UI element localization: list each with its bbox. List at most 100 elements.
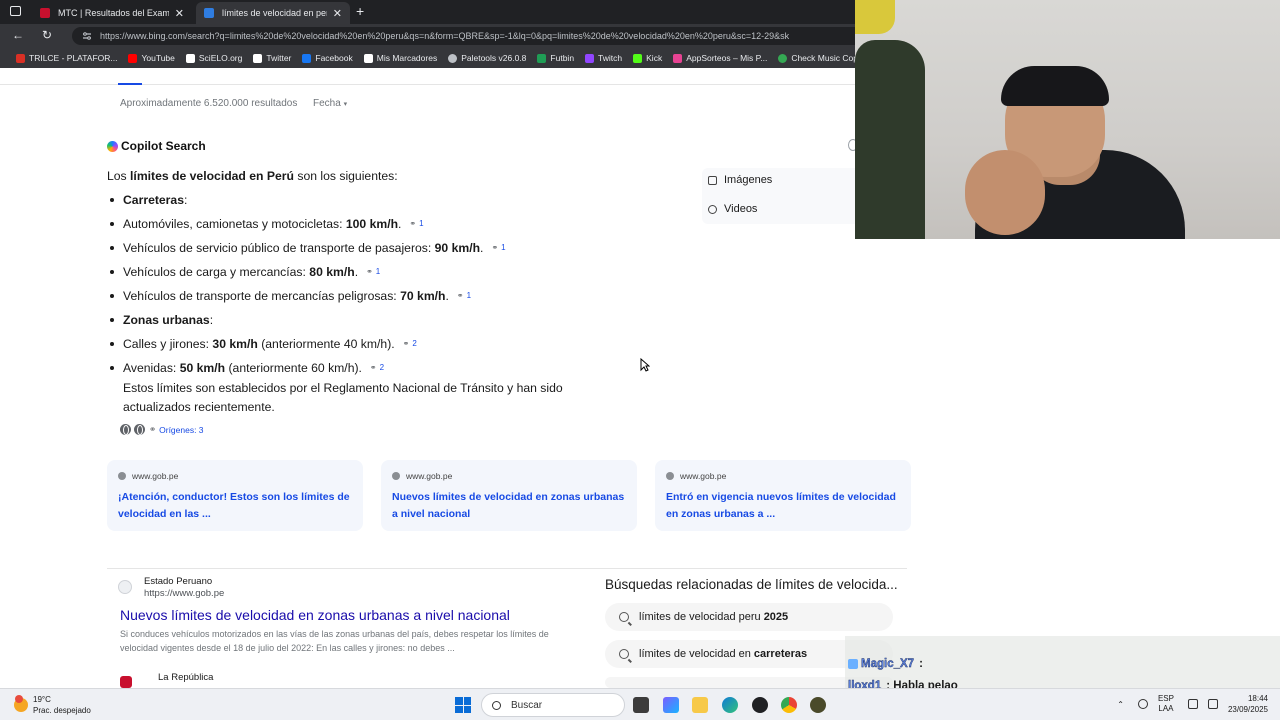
related-search-item[interactable]: límites de velocidad peru 2025 — [605, 603, 893, 631]
lang-secondary: LAA — [1158, 704, 1174, 713]
search-label: Buscar — [511, 699, 543, 711]
weather-icon — [14, 695, 28, 712]
volume-icon[interactable] — [1207, 699, 1218, 709]
bookmark-futbin[interactable]: Futbin — [537, 53, 574, 63]
date-filter-dropdown[interactable]: Fecha ▾ — [313, 98, 347, 109]
reload-icon[interactable]: ↻ — [42, 28, 52, 42]
bookmark-icon — [16, 53, 25, 63]
tab-bing[interactable]: límites de velocidad en peru - Bú ✕ — [196, 2, 350, 24]
chat-message: Magic_X7 : — [848, 658, 923, 670]
related-bold: 2025 — [763, 611, 789, 623]
intro-bold: límites de velocidad en Perú — [130, 169, 294, 183]
bookmarks-bar: TRILCE - PLATAFOR... YouTube SciELO.org … — [0, 48, 856, 68]
bookmark-label: TRILCE - PLATAFOR... — [29, 53, 118, 63]
bookmark-twitch[interactable]: Twitch — [585, 53, 622, 63]
stream-chat-overlay: Magic_X7 : lloxd1 : Habla pelao — [845, 636, 1280, 692]
task-view-icon[interactable] — [633, 697, 649, 713]
globe-icon — [666, 472, 674, 480]
globe-icon — [134, 424, 145, 435]
clock[interactable]: 18:44 23/09/2025 — [1228, 693, 1268, 715]
citation-number: 1 — [375, 267, 381, 276]
streamer-hair — [1001, 66, 1109, 106]
close-icon[interactable]: ✕ — [333, 7, 342, 20]
item-value: 70 km/h — [400, 289, 446, 303]
kick-icon — [633, 53, 643, 63]
citation-link[interactable]: ⚭ 1 — [457, 288, 471, 304]
tab-search-icon[interactable] — [10, 6, 21, 16]
source-card[interactable]: www.gob.pe ¡Atención, conductor! Estos s… — [107, 460, 363, 531]
file-explorer-icon[interactable] — [692, 697, 708, 713]
result-title-link[interactable]: Nuevos límites de velocidad en zonas urb… — [120, 606, 550, 624]
copilot-app-icon[interactable] — [663, 697, 679, 713]
item-text: (anteriormente 40 km/h). — [257, 337, 395, 351]
webcam-background — [855, 0, 895, 34]
clock-time: 18:44 — [1247, 694, 1268, 703]
weather-widget[interactable]: 19°C Prac. despejado — [14, 694, 91, 716]
network-icon[interactable] — [1187, 699, 1198, 709]
images-link[interactable]: Imágenes — [708, 174, 772, 186]
bookmark-mis-marcadores[interactable]: Mis Marcadores — [363, 53, 437, 63]
citation-link[interactable]: ⚭ 1 — [366, 264, 380, 280]
intro-text: Los — [107, 169, 131, 183]
url-input[interactable]: https://www.bing.com/search?q=limites%20… — [72, 27, 856, 45]
site-name: La República — [158, 672, 214, 683]
microphone-icon[interactable] — [1137, 699, 1148, 709]
source-card[interactable]: www.gob.pe Entró en vigencia nuevos lími… — [655, 460, 911, 531]
videos-link[interactable]: Videos — [708, 203, 757, 215]
site-info-icon[interactable] — [82, 31, 92, 41]
citation-link[interactable]: ⚭ 2 — [370, 360, 384, 376]
item-text: Vehículos de transporte de mercancías pe… — [123, 289, 401, 303]
system-tray: ⌃ ESP LAA 18:44 23/09/2025 — [1117, 693, 1268, 715]
bookmark-appsorteos[interactable]: AppSorteos – Mis P... — [673, 53, 767, 63]
card-title[interactable]: Nuevos límites de velocidad en zonas urb… — [392, 489, 626, 523]
bookmark-trilce[interactable]: TRILCE - PLATAFOR... — [16, 53, 117, 63]
tab-mtc[interactable]: MTC | Resultados del Examen de ✕ — [32, 2, 192, 24]
new-tab-icon[interactable]: + — [356, 3, 364, 19]
origins-button[interactable]: ⚭ Orígenes: 3 — [120, 424, 204, 435]
language-indicator[interactable]: ESP LAA — [1158, 694, 1174, 714]
start-icon[interactable] — [455, 697, 471, 713]
globe-icon — [118, 580, 132, 594]
card-domain: www.gob.pe — [392, 471, 626, 481]
edge-icon[interactable] — [722, 697, 738, 713]
streamer-hand — [965, 150, 1045, 235]
bookmark-scielo[interactable]: SciELO.org — [185, 53, 242, 63]
back-icon[interactable]: ← — [12, 28, 24, 42]
bookmark-paletools[interactable]: Paletools v26.0.8 — [448, 53, 526, 63]
card-title[interactable]: ¡Atención, conductor! Estos son los lími… — [118, 489, 352, 523]
appsorteos-icon — [673, 53, 683, 63]
results-count: Aproximadamente 6.520.000 resultados — [120, 98, 298, 109]
close-icon[interactable]: ✕ — [175, 7, 184, 20]
item-text: (anteriormente 60 km/h). — [225, 361, 362, 375]
webcam-background — [855, 40, 925, 239]
list-item: Automóviles, camionetas y motocicletas: … — [107, 216, 627, 240]
source-card[interactable]: www.gob.pe Nuevos límites de velocidad e… — [381, 460, 637, 531]
bookmark-facebook[interactable]: Facebook — [302, 53, 353, 63]
result-site[interactable]: Estado Peruano https://www.gob.pe — [118, 576, 550, 600]
clock-date: 23/09/2025 — [1227, 705, 1268, 714]
citation-link[interactable]: ⚭ 2 — [403, 336, 417, 352]
obs-icon[interactable] — [752, 697, 768, 713]
x-icon — [253, 53, 263, 63]
item-text: Automóviles, camionetas y motocicletas: — [123, 217, 346, 231]
bookmark-twitter[interactable]: Twitter — [253, 53, 291, 63]
bookmark-youtube[interactable]: YouTube — [128, 53, 175, 63]
card-title[interactable]: Entró en vigencia nuevos límites de velo… — [666, 489, 900, 523]
citation-link[interactable]: ⚭ 1 — [409, 216, 423, 232]
weather-desc: Prac. despejado — [33, 706, 91, 715]
bookmark-check-music[interactable]: Check Music Copyri — [778, 53, 856, 63]
result-snippet: Si conduces vehículos motorizados en las… — [120, 629, 549, 653]
address-bar-row: ← ↻ https://www.bing.com/search?q=limite… — [0, 24, 856, 48]
copilot-answer: Los límites de velocidad en Perú son los… — [107, 168, 627, 417]
citation-link[interactable]: ⚭ 1 — [491, 240, 505, 256]
chrome-icon[interactable] — [781, 697, 797, 713]
search-result[interactable]: La República — [120, 672, 213, 688]
chevron-up-icon[interactable]: ⌃ — [1117, 700, 1124, 709]
bookmark-label: Paletools v26.0.8 — [461, 53, 527, 63]
bookmark-kick[interactable]: Kick — [633, 53, 662, 63]
app-icon[interactable] — [810, 697, 826, 713]
taskbar-search[interactable]: Buscar — [481, 693, 625, 717]
copilot-search-header: Copilot Search — [107, 139, 206, 153]
item-text: . — [480, 241, 484, 255]
list-item: Calles y jirones: 30 km/h (anteriormente… — [107, 336, 627, 360]
